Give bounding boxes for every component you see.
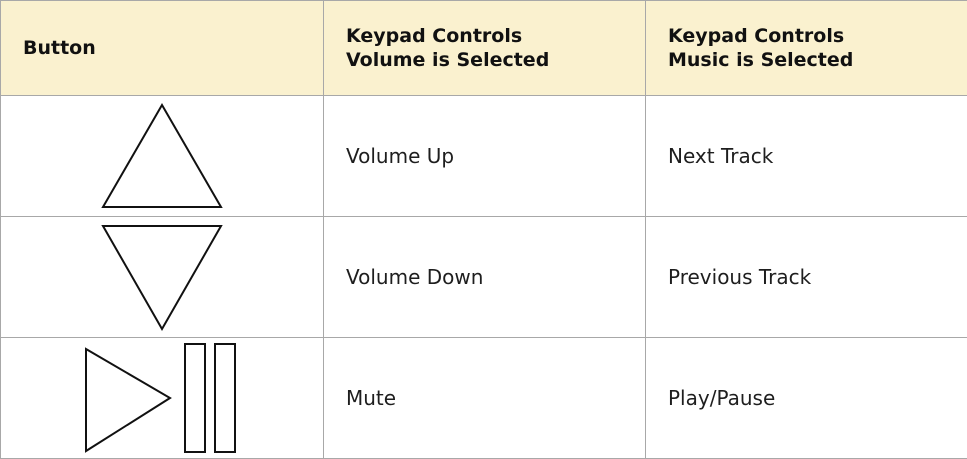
button-icon-cell	[1, 96, 324, 217]
volume-action-cell: Mute	[324, 338, 646, 459]
table-row: Volume Up Next Track	[1, 96, 967, 217]
music-action-label: Previous Track	[668, 265, 811, 289]
button-icon-cell	[1, 338, 324, 459]
volume-action-cell: Volume Up	[324, 96, 646, 217]
play-pause-icon	[82, 341, 242, 455]
music-action-cell: Play/Pause	[646, 338, 967, 459]
header-volume-line-2: Volume is Selected	[346, 48, 645, 72]
music-action-label: Play/Pause	[668, 386, 775, 410]
table-row: Volume Down Previous Track	[1, 217, 967, 338]
header-music-selected: Keypad Controls Music is Selected	[646, 1, 967, 96]
header-button-label: Button	[23, 37, 96, 59]
music-action-cell: Next Track	[646, 96, 967, 217]
up-triangle-icon	[100, 102, 224, 210]
volume-action-cell: Volume Down	[324, 217, 646, 338]
volume-action-label: Mute	[346, 386, 396, 410]
down-triangle-icon	[100, 222, 224, 332]
table-header-row: Button Keypad Controls Volume is Selecte…	[1, 1, 967, 96]
header-button: Button	[1, 1, 324, 96]
table-row: Mute Play/Pause	[1, 338, 967, 459]
header-music-line-2: Music is Selected	[668, 48, 967, 72]
music-action-label: Next Track	[668, 144, 773, 168]
keypad-controls-table: Button Keypad Controls Volume is Selecte…	[0, 0, 967, 459]
header-music-line-1: Keypad Controls	[668, 24, 967, 48]
volume-action-label: Volume Up	[346, 144, 454, 168]
header-volume-selected: Keypad Controls Volume is Selected	[324, 1, 646, 96]
music-action-cell: Previous Track	[646, 217, 967, 338]
header-volume-line-1: Keypad Controls	[346, 24, 645, 48]
volume-action-label: Volume Down	[346, 265, 483, 289]
button-icon-cell	[1, 217, 324, 338]
